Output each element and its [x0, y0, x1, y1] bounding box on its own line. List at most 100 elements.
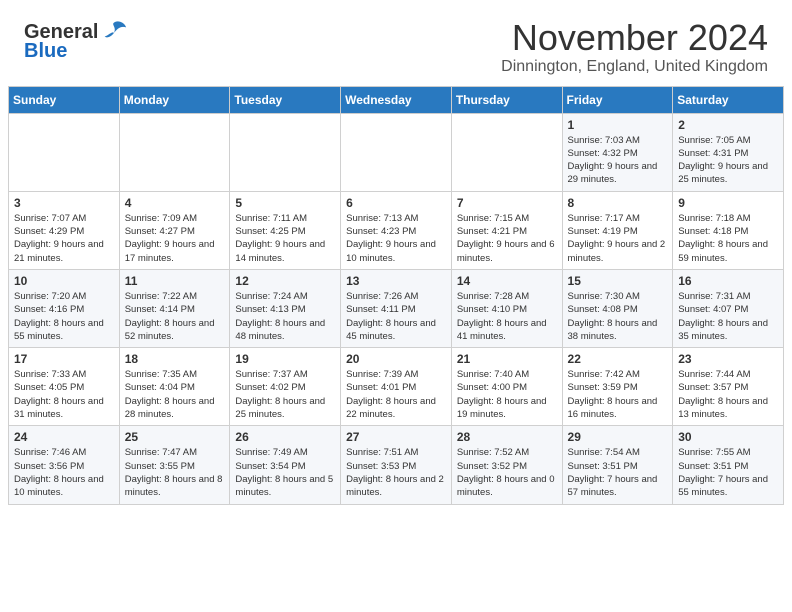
calendar-day-cell: 10Sunrise: 7:20 AM Sunset: 4:16 PM Dayli… [9, 269, 120, 347]
month-title: November 2024 [501, 18, 768, 58]
day-info: Sunrise: 7:42 AM Sunset: 3:59 PM Dayligh… [568, 368, 668, 421]
page-header: General Blue November 2024 Dinnington, E… [0, 0, 792, 86]
day-number: 13 [346, 274, 446, 288]
day-number: 15 [568, 274, 668, 288]
day-info: Sunrise: 7:51 AM Sunset: 3:53 PM Dayligh… [346, 446, 446, 499]
day-number: 24 [14, 430, 114, 444]
calendar-day-cell: 23 Sunrise: 7:44 AM Sunset: 3:57 PM Dayli… [673, 348, 784, 426]
day-number: 17 [14, 352, 114, 366]
day-number: 18 [125, 352, 225, 366]
calendar-week-row: 10Sunrise: 7:20 AM Sunset: 4:16 PM Dayli… [9, 269, 784, 347]
day-number: 5 [235, 196, 335, 210]
calendar-day-cell: 3 Sunrise: 7:07 AM Sunset: 4:29 PM Daylig… [9, 191, 120, 269]
day-info: Sunrise: 7:31 AM Sunset: 4:07 PM Dayligh… [678, 290, 778, 343]
calendar-day-cell [119, 113, 230, 191]
calendar-week-row: 24 Sunrise: 7:46 AM Sunset: 3:56 PM Dayli… [9, 426, 784, 504]
calendar-day-cell: 28 Sunrise: 7:52 AM Sunset: 3:52 PM Dayli… [451, 426, 562, 504]
day-number: 19 [235, 352, 335, 366]
calendar-day-cell [451, 113, 562, 191]
day-number: 21 [457, 352, 557, 366]
calendar-day-cell: 11 Sunrise: 7:22 AM Sunset: 4:14 PM Dayli… [119, 269, 230, 347]
day-info: Sunrise: 7:15 AM Sunset: 4:21 PM Dayligh… [457, 212, 557, 265]
day-number: 8 [568, 196, 668, 210]
calendar-day-cell: 9 Sunrise: 7:18 AM Sunset: 4:18 PM Daylig… [673, 191, 784, 269]
day-number: 29 [568, 430, 668, 444]
calendar-day-cell: 16Sunrise: 7:31 AM Sunset: 4:07 PM Dayli… [673, 269, 784, 347]
day-number: 14 [457, 274, 557, 288]
day-info: Sunrise: 7:24 AM Sunset: 4:13 PM Dayligh… [235, 290, 335, 343]
day-number: 2 [678, 118, 778, 132]
calendar-day-cell: 30 Sunrise: 7:55 AM Sunset: 3:51 PM Dayli… [673, 426, 784, 504]
calendar-day-header: Thursday [451, 86, 562, 113]
day-info: Sunrise: 7:37 AM Sunset: 4:02 PM Dayligh… [235, 368, 335, 421]
calendar-day-header: Saturday [673, 86, 784, 113]
day-info: Sunrise: 7:46 AM Sunset: 3:56 PM Dayligh… [14, 446, 114, 499]
calendar-day-cell: 20 Sunrise: 7:39 AM Sunset: 4:01 PM Dayli… [341, 348, 452, 426]
calendar-day-cell [230, 113, 341, 191]
calendar-header-row: SundayMondayTuesdayWednesdayThursdayFrid… [9, 86, 784, 113]
day-info: Sunrise: 7:13 AM Sunset: 4:23 PM Dayligh… [346, 212, 446, 265]
calendar-week-row: 17Sunrise: 7:33 AM Sunset: 4:05 PM Dayli… [9, 348, 784, 426]
day-number: 25 [125, 430, 225, 444]
day-info: Sunrise: 7:22 AM Sunset: 4:14 PM Dayligh… [125, 290, 225, 343]
day-number: 20 [346, 352, 446, 366]
calendar-day-cell: 14 Sunrise: 7:28 AM Sunset: 4:10 PM Dayli… [451, 269, 562, 347]
calendar-day-cell: 2 Sunrise: 7:05 AM Sunset: 4:31 PM Daylig… [673, 113, 784, 191]
calendar-week-row: 3 Sunrise: 7:07 AM Sunset: 4:29 PM Daylig… [9, 191, 784, 269]
calendar-day-cell: 27 Sunrise: 7:51 AM Sunset: 3:53 PM Dayli… [341, 426, 452, 504]
calendar-day-cell: 26 Sunrise: 7:49 AM Sunset: 3:54 PM Dayli… [230, 426, 341, 504]
day-info: Sunrise: 7:55 AM Sunset: 3:51 PM Dayligh… [678, 446, 778, 499]
calendar-day-cell: 21 Sunrise: 7:40 AM Sunset: 4:00 PM Dayli… [451, 348, 562, 426]
day-number: 11 [125, 274, 225, 288]
day-number: 22 [568, 352, 668, 366]
day-number: 26 [235, 430, 335, 444]
calendar-day-cell: 6 Sunrise: 7:13 AM Sunset: 4:23 PM Daylig… [341, 191, 452, 269]
calendar-day-header: Monday [119, 86, 230, 113]
day-info: Sunrise: 7:17 AM Sunset: 4:19 PM Dayligh… [568, 212, 668, 265]
calendar-day-cell: 15 Sunrise: 7:30 AM Sunset: 4:08 PM Dayli… [562, 269, 673, 347]
calendar-day-cell: 5 Sunrise: 7:11 AM Sunset: 4:25 PM Daylig… [230, 191, 341, 269]
day-number: 3 [14, 196, 114, 210]
logo: General Blue [24, 18, 128, 63]
calendar-day-cell [9, 113, 120, 191]
calendar-day-header: Wednesday [341, 86, 452, 113]
day-info: Sunrise: 7:18 AM Sunset: 4:18 PM Dayligh… [678, 212, 778, 265]
day-number: 28 [457, 430, 557, 444]
calendar-day-cell: 18Sunrise: 7:35 AM Sunset: 4:04 PM Dayli… [119, 348, 230, 426]
day-number: 6 [346, 196, 446, 210]
day-info: Sunrise: 7:49 AM Sunset: 3:54 PM Dayligh… [235, 446, 335, 499]
title-section: November 2024 Dinnington, England, Unite… [501, 18, 768, 76]
calendar-day-cell: 8 Sunrise: 7:17 AM Sunset: 4:19 PM Daylig… [562, 191, 673, 269]
day-info: Sunrise: 7:44 AM Sunset: 3:57 PM Dayligh… [678, 368, 778, 421]
day-info: Sunrise: 7:30 AM Sunset: 4:08 PM Dayligh… [568, 290, 668, 343]
calendar-day-header: Friday [562, 86, 673, 113]
calendar-day-cell: 13 Sunrise: 7:26 AM Sunset: 4:11 PM Dayli… [341, 269, 452, 347]
day-info: Sunrise: 7:11 AM Sunset: 4:25 PM Dayligh… [235, 212, 335, 265]
calendar-table: SundayMondayTuesdayWednesdayThursdayFrid… [8, 86, 784, 505]
day-info: Sunrise: 7:26 AM Sunset: 4:11 PM Dayligh… [346, 290, 446, 343]
day-info: Sunrise: 7:28 AM Sunset: 4:10 PM Dayligh… [457, 290, 557, 343]
day-number: 30 [678, 430, 778, 444]
day-number: 9 [678, 196, 778, 210]
day-info: Sunrise: 7:39 AM Sunset: 4:01 PM Dayligh… [346, 368, 446, 421]
calendar-week-row: 1Sunrise: 7:03 AM Sunset: 4:32 PM Daylig… [9, 113, 784, 191]
day-number: 27 [346, 430, 446, 444]
day-info: Sunrise: 7:05 AM Sunset: 4:31 PM Dayligh… [678, 134, 778, 187]
calendar-day-cell [341, 113, 452, 191]
day-info: Sunrise: 7:52 AM Sunset: 3:52 PM Dayligh… [457, 446, 557, 499]
day-info: Sunrise: 7:09 AM Sunset: 4:27 PM Dayligh… [125, 212, 225, 265]
location: Dinnington, England, United Kingdom [501, 58, 768, 76]
day-info: Sunrise: 7:47 AM Sunset: 3:55 PM Dayligh… [125, 446, 225, 499]
day-number: 1 [568, 118, 668, 132]
calendar-day-cell: 24 Sunrise: 7:46 AM Sunset: 3:56 PM Dayli… [9, 426, 120, 504]
day-number: 23 [678, 352, 778, 366]
calendar-day-cell: 29 Sunrise: 7:54 AM Sunset: 3:51 PM Dayli… [562, 426, 673, 504]
day-info: Sunrise: 7:54 AM Sunset: 3:51 PM Dayligh… [568, 446, 668, 499]
calendar-wrapper: SundayMondayTuesdayWednesdayThursdayFrid… [0, 86, 792, 513]
calendar-day-cell: 19 Sunrise: 7:37 AM Sunset: 4:02 PM Dayli… [230, 348, 341, 426]
calendar-day-header: Sunday [9, 86, 120, 113]
day-info: Sunrise: 7:07 AM Sunset: 4:29 PM Dayligh… [14, 212, 114, 265]
day-info: Sunrise: 7:40 AM Sunset: 4:00 PM Dayligh… [457, 368, 557, 421]
day-number: 12 [235, 274, 335, 288]
calendar-day-cell: 12 Sunrise: 7:24 AM Sunset: 4:13 PM Dayli… [230, 269, 341, 347]
